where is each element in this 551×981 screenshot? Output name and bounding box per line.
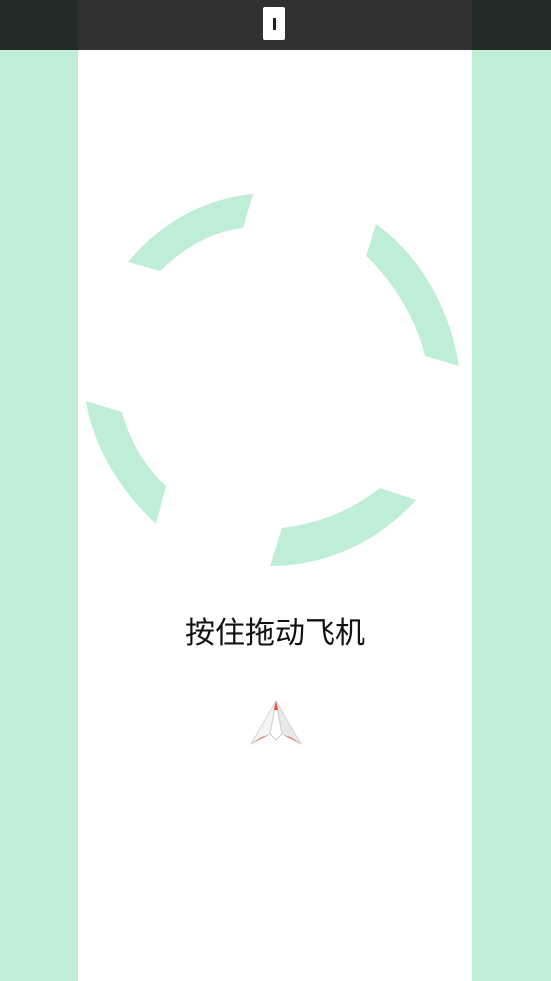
ring-segment-top-right [366,224,459,366]
rotating-ring-obstacle [86,194,459,566]
top-hud-bar [0,0,551,50]
ring-segment-top-left [128,194,253,271]
left-boundary [0,0,78,981]
game-stage[interactable]: 按住拖动飞机 [0,0,551,981]
pause-button[interactable] [263,7,285,40]
ring-segment-bottom-left [86,401,166,524]
drag-instruction-text: 按住拖动飞机 [185,616,365,651]
pause-icon [272,17,276,30]
paper-plane-icon[interactable] [248,698,304,750]
ring-segment-bottom-right [270,488,416,566]
right-boundary [472,0,551,981]
